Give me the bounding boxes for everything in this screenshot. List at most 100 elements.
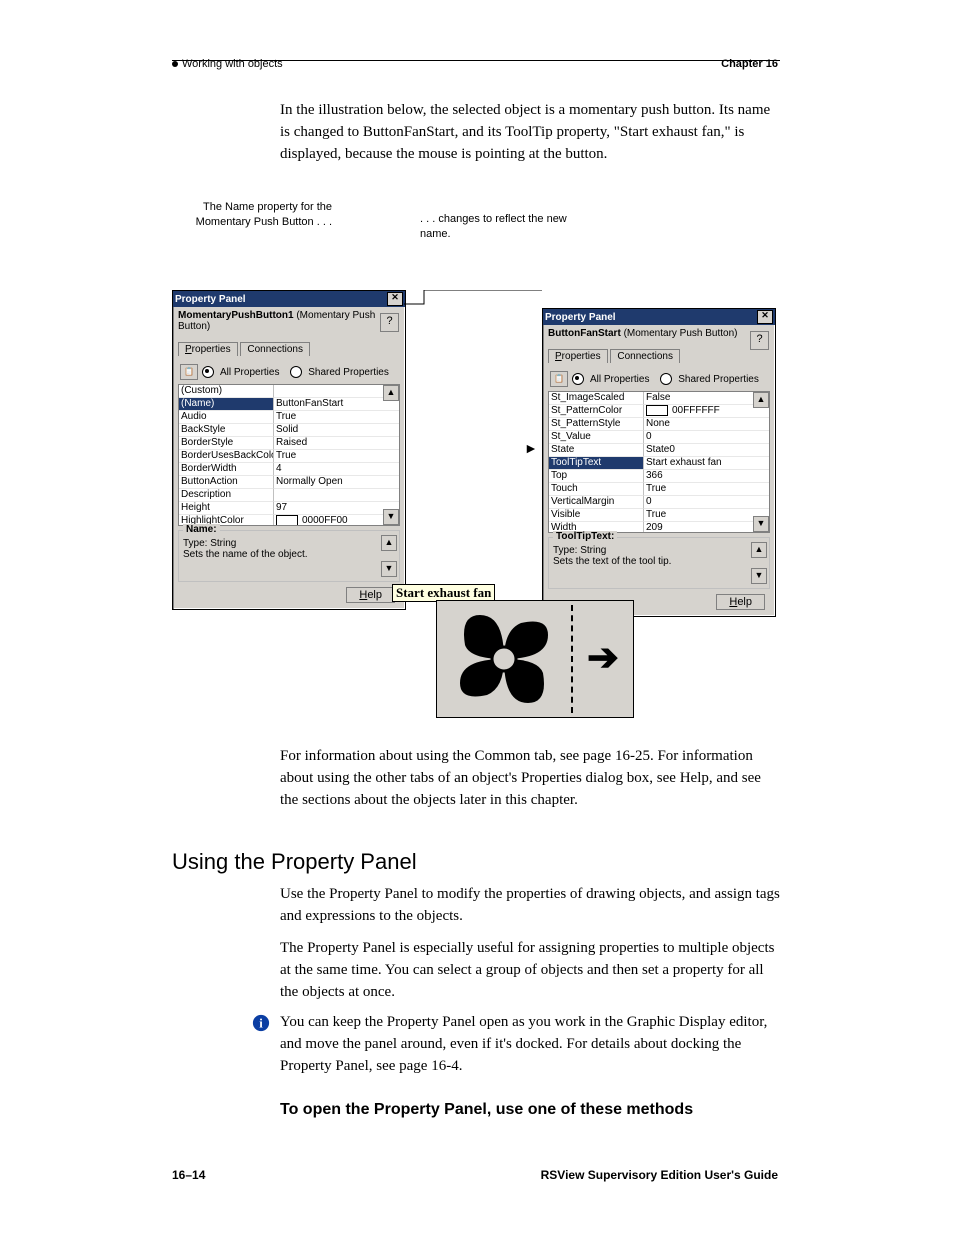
property-value[interactable]: None	[644, 418, 769, 431]
scroll-down-icon[interactable]: ▼	[383, 509, 399, 525]
desc-type: Type: String	[553, 545, 765, 556]
close-icon[interactable]: ✕	[387, 292, 403, 306]
property-name: Visible	[549, 509, 644, 522]
property-value[interactable]: Normally Open	[274, 476, 399, 489]
property-row[interactable]: St_PatternColor00FFFFFF	[549, 405, 769, 418]
property-row[interactable]: StateState0	[549, 444, 769, 457]
scroll-up-icon[interactable]: ▲	[381, 535, 397, 551]
runhead-right: Chapter 16	[721, 58, 778, 70]
scroll-up-icon[interactable]: ▲	[751, 542, 767, 558]
close-icon[interactable]: ✕	[757, 310, 773, 324]
property-row[interactable]: St_Value0	[549, 431, 769, 444]
property-row[interactable]: VisibleTrue	[549, 509, 769, 522]
property-row[interactable]: TouchTrue	[549, 483, 769, 496]
tab-connections[interactable]: Connections	[240, 342, 310, 356]
categorize-icon[interactable]: 📋	[550, 371, 568, 387]
tab-properties[interactable]: Properties	[178, 342, 238, 356]
property-row[interactable]: VerticalMargin0	[549, 496, 769, 509]
divider-dashed	[571, 605, 573, 713]
scroll-up-icon[interactable]: ▲	[383, 385, 399, 401]
property-row[interactable]: St_ImageScaledFalse	[549, 392, 769, 405]
property-value[interactable]: 0000FF00	[274, 515, 399, 526]
property-value[interactable]: 00FFFFFF	[644, 405, 769, 418]
property-list[interactable]: ▲ ▼ (Custom)(Name)ButtonFanStartAudioTru…	[178, 384, 400, 526]
property-row[interactable]: Height97	[179, 502, 399, 515]
property-name: Audio	[179, 411, 274, 424]
property-value[interactable]: Raised	[274, 437, 399, 450]
fan-button-demo[interactable]: ➔	[436, 600, 634, 718]
property-name: Height	[179, 502, 274, 515]
property-name: (Custom)	[179, 385, 274, 398]
runhead-left: Working with objects	[172, 58, 283, 70]
help-button[interactable]: Help	[716, 594, 765, 610]
property-value[interactable]: 97	[274, 502, 399, 515]
property-row[interactable]: (Name)ButtonFanStart	[179, 398, 399, 411]
desc-text: Sets the name of the object.	[183, 549, 395, 560]
scroll-down-icon[interactable]: ▼	[381, 561, 397, 577]
label-shared-properties: Shared Properties	[308, 367, 389, 378]
description-box: Name: ▲ ▼ Type: String Sets the name of …	[178, 530, 400, 582]
property-name: Top	[549, 470, 644, 483]
titlebar[interactable]: Property Panel ✕	[173, 291, 405, 307]
property-name: ToolTipText	[549, 457, 644, 470]
property-value[interactable]: ButtonFanStart	[274, 398, 399, 411]
page-number: 16–14	[172, 1168, 205, 1182]
property-name: BorderStyle	[179, 437, 274, 450]
property-row[interactable]: AudioTrue	[179, 411, 399, 424]
radio-all-properties[interactable]	[202, 366, 214, 378]
property-value[interactable]: 0	[644, 496, 769, 509]
radio-all-properties[interactable]	[572, 373, 584, 385]
property-row[interactable]: Description	[179, 489, 399, 502]
property-row[interactable]: BorderUsesBackColorTrue	[179, 450, 399, 463]
help-question-button[interactable]: ?	[750, 331, 769, 350]
property-row[interactable]: ButtonActionNormally Open	[179, 476, 399, 489]
desc-title: ToolTipText:	[553, 531, 617, 542]
property-row[interactable]: Top366	[549, 470, 769, 483]
property-value[interactable]: True	[644, 509, 769, 522]
tabs: Properties Connections	[173, 339, 405, 357]
property-value[interactable]: Start exhaust fan	[644, 457, 769, 470]
radio-shared-properties[interactable]	[660, 373, 672, 385]
property-row[interactable]: ToolTipTextStart exhaust fan	[549, 457, 769, 470]
property-value[interactable]	[274, 385, 399, 398]
description-box: ToolTipText: ▲ ▼ Type: String Sets the t…	[548, 537, 770, 589]
property-value[interactable]: 4	[274, 463, 399, 476]
radio-shared-properties[interactable]	[290, 366, 302, 378]
titlebar[interactable]: Property Panel ✕	[543, 309, 775, 325]
property-row[interactable]: BorderWidth4	[179, 463, 399, 476]
property-name: VerticalMargin	[549, 496, 644, 509]
tab-connections[interactable]: Connections	[610, 349, 680, 363]
property-value[interactable]: 0	[644, 431, 769, 444]
property-value[interactable]: False	[644, 392, 769, 405]
property-value[interactable]: True	[644, 483, 769, 496]
categorize-icon[interactable]: 📋	[180, 364, 198, 380]
property-value[interactable]: 366	[644, 470, 769, 483]
property-row[interactable]: BackStyleSolid	[179, 424, 399, 437]
label-shared-properties: Shared Properties	[678, 374, 759, 385]
property-row[interactable]: St_PatternStyleNone	[549, 418, 769, 431]
tab-properties[interactable]: Properties	[548, 349, 608, 363]
dialog-title: Property Panel	[175, 294, 246, 305]
property-name: St_Value	[549, 431, 644, 444]
property-name: Touch	[549, 483, 644, 496]
scroll-up-icon[interactable]: ▲	[753, 392, 769, 408]
property-value[interactable]: 209	[644, 522, 769, 533]
heading-property-panel: Using the Property Panel	[172, 846, 417, 878]
help-button[interactable]: Help	[346, 587, 395, 603]
help-question-button[interactable]: ?	[380, 313, 399, 332]
property-value[interactable]: True	[274, 411, 399, 424]
property-value[interactable]: Solid	[274, 424, 399, 437]
property-row[interactable]: (Custom)	[179, 385, 399, 398]
property-name: BorderWidth	[179, 463, 274, 476]
property-value[interactable]: True	[274, 450, 399, 463]
scroll-down-icon[interactable]: ▼	[751, 568, 767, 584]
property-panel-left: Property Panel ✕ MomentaryPushButton1 (M…	[172, 290, 406, 610]
fan-icon	[445, 605, 563, 713]
property-value[interactable]: State0	[644, 444, 769, 457]
property-value[interactable]	[274, 489, 399, 502]
color-chip	[276, 515, 298, 526]
property-list[interactable]: ▲ ▼ St_ImageScaledFalseSt_PatternColor00…	[548, 391, 770, 533]
property-row[interactable]: BorderStyleRaised	[179, 437, 399, 450]
scroll-down-icon[interactable]: ▼	[753, 516, 769, 532]
para-common-tab: For information about using the Common t…	[280, 746, 782, 811]
